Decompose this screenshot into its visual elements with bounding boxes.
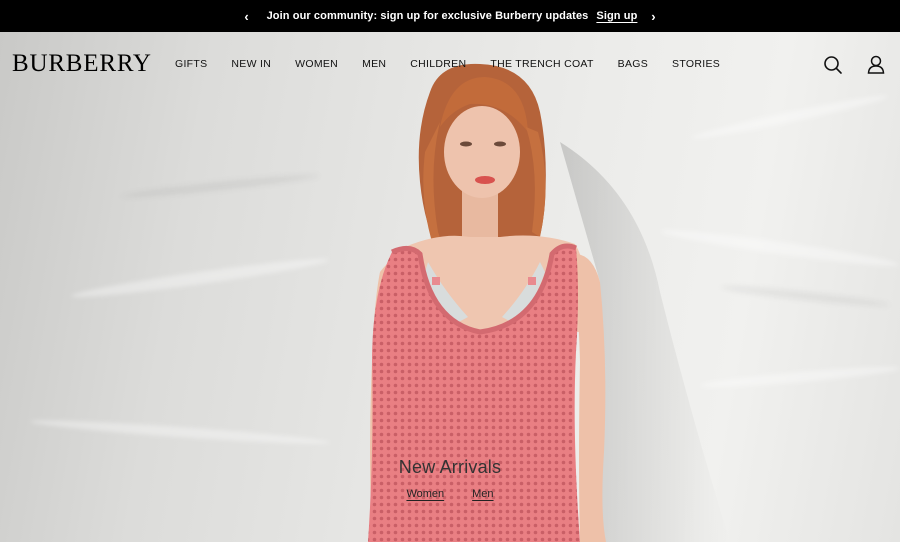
announcement-bar: ‹ Join our community: sign up for exclus…: [0, 0, 900, 32]
nav-item-stories[interactable]: STORIES: [672, 58, 720, 70]
hero-title: New Arrivals: [398, 457, 502, 477]
nav-item-bags[interactable]: BAGS: [618, 58, 648, 70]
shop-men-link[interactable]: Men: [472, 488, 493, 500]
chevron-right-icon[interactable]: ›: [643, 9, 663, 24]
burberry-logo[interactable]: BURBERRY: [12, 51, 152, 76]
hero-caption: New Arrivals Women Men: [0, 457, 900, 500]
nav-item-women[interactable]: WOMEN: [295, 58, 338, 70]
sign-up-link[interactable]: Sign up: [596, 10, 637, 22]
nav-item-new-in[interactable]: NEW IN: [231, 58, 271, 70]
nav-item-trench-coat[interactable]: THE TRENCH COAT: [490, 58, 593, 70]
announcement-text: Join our community: sign up for exclusiv…: [266, 10, 589, 22]
nav-item-gifts[interactable]: GIFTS: [175, 58, 207, 70]
shop-women-link[interactable]: Women: [406, 488, 444, 500]
hero-links: Women Men: [0, 488, 900, 500]
account-icon[interactable]: [865, 54, 887, 76]
chevron-left-icon[interactable]: ‹: [237, 9, 257, 24]
nav-item-men[interactable]: MEN: [362, 58, 386, 70]
main-nav: GIFTS NEW IN WOMEN MEN CHILDREN THE TREN…: [175, 58, 744, 70]
search-icon[interactable]: [822, 54, 844, 76]
site-header: BURBERRY GIFTS NEW IN WOMEN MEN CHILDREN…: [0, 32, 900, 96]
nav-item-children[interactable]: CHILDREN: [410, 58, 466, 70]
